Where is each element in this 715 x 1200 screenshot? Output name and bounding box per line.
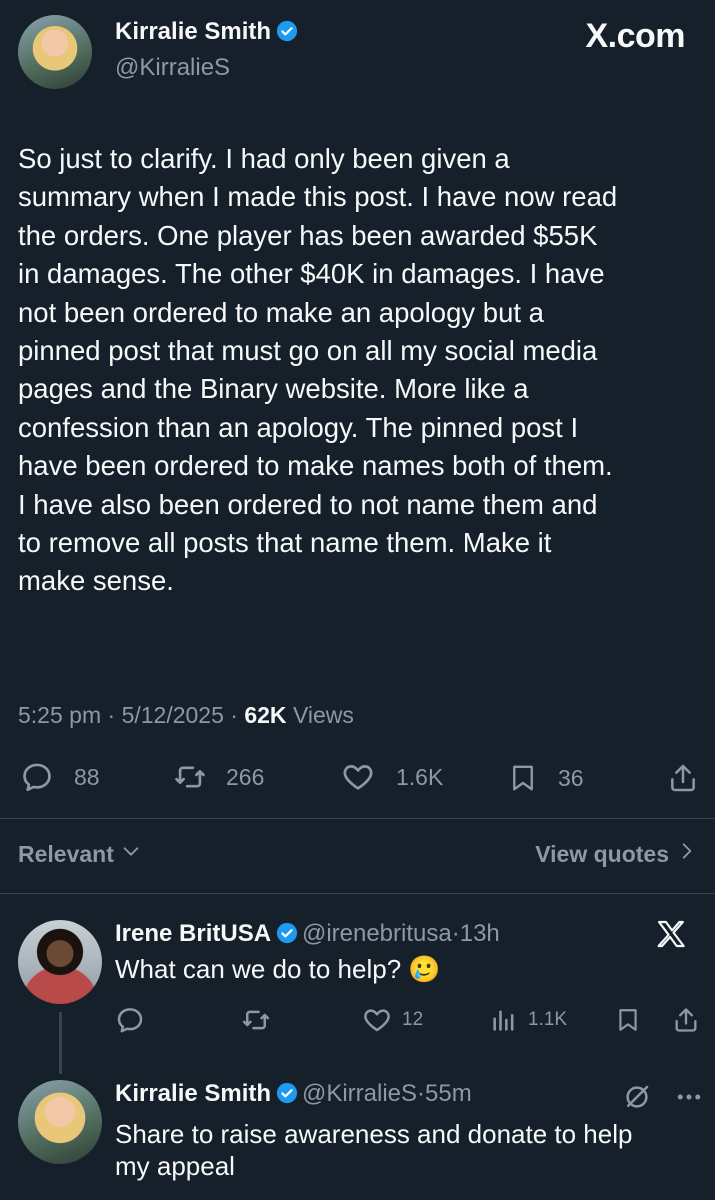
like-count: 12 bbox=[402, 1009, 424, 1030]
reply-icon bbox=[20, 760, 54, 794]
analytics-icon bbox=[490, 1005, 518, 1035]
author-name[interactable]: Kirralie Smith bbox=[115, 18, 271, 45]
repost-button[interactable] bbox=[240, 1005, 272, 1035]
post-text-line: confession than an apology. The pinned p… bbox=[18, 411, 579, 443]
author-handle[interactable]: @KirralieS bbox=[115, 54, 230, 82]
views-label: Views bbox=[292, 702, 354, 728]
avatar[interactable] bbox=[18, 920, 102, 1004]
sort-label: Relevant bbox=[18, 840, 114, 867]
verified-badge-icon bbox=[276, 922, 298, 944]
reply-time: 13h bbox=[459, 920, 500, 947]
bookmark-icon bbox=[615, 1005, 641, 1035]
views-button[interactable]: 1.1K bbox=[490, 1005, 567, 1035]
reply-text: What can we do to help? 🥲 bbox=[115, 954, 441, 984]
reply-time: 55m bbox=[425, 1080, 472, 1107]
meta-separator: · bbox=[451, 920, 460, 947]
share-button[interactable] bbox=[667, 760, 699, 796]
avatar[interactable] bbox=[18, 1080, 102, 1164]
post-meta: 5:25 pm · 5/12/2025 · 62K Views bbox=[18, 702, 354, 729]
post-text-line: the orders. One player has been awarded … bbox=[18, 219, 598, 251]
sort-dropdown[interactable]: Relevant bbox=[18, 840, 142, 868]
reply-button[interactable] bbox=[115, 1005, 145, 1035]
meta-separator: · bbox=[417, 1080, 426, 1107]
brand-logo: X.com bbox=[585, 16, 685, 56]
meta-separator: · bbox=[107, 702, 116, 728]
repost-button[interactable]: 266 bbox=[172, 760, 264, 794]
x-logo-icon bbox=[655, 918, 687, 955]
reply-icon bbox=[115, 1005, 145, 1035]
divider bbox=[0, 818, 715, 819]
reply-author-handle[interactable]: @KirralieS bbox=[302, 1080, 417, 1107]
post-text-line: have been ordered to make names both of … bbox=[18, 450, 613, 482]
reply-count: 88 bbox=[74, 763, 100, 790]
post-text-line: to remove all posts that name them. Make… bbox=[18, 527, 552, 559]
heart-icon bbox=[362, 1005, 392, 1035]
view-quotes-label: View quotes bbox=[535, 840, 669, 867]
avatar[interactable] bbox=[18, 15, 92, 89]
repost-icon bbox=[172, 760, 208, 794]
post-text-line: make sense. bbox=[18, 565, 174, 597]
bookmark-button[interactable]: 36 bbox=[508, 760, 584, 796]
like-button[interactable]: 12 bbox=[362, 1005, 423, 1035]
post-date[interactable]: 5/12/2025 bbox=[122, 702, 224, 728]
divider bbox=[0, 893, 715, 894]
post-text-line: pages and the Binary website. More like … bbox=[18, 373, 529, 405]
bookmark-icon bbox=[508, 760, 538, 796]
reply-author-row: Kirralie Smith @KirralieS·55m bbox=[115, 1080, 472, 1108]
post-text-line: pinned post that must go on all my socia… bbox=[18, 335, 598, 367]
share-icon bbox=[667, 760, 699, 796]
like-count: 1.6K bbox=[396, 763, 444, 790]
post-time[interactable]: 5:25 pm bbox=[18, 702, 101, 728]
meta-separator: · bbox=[230, 702, 238, 728]
post-text-line: summary when I made this post. I have no… bbox=[18, 181, 618, 213]
repost-icon bbox=[240, 1005, 272, 1035]
reply-text-line: my appeal bbox=[115, 1151, 235, 1181]
heart-icon bbox=[340, 760, 376, 794]
share-button[interactable] bbox=[672, 1004, 700, 1036]
grok-icon[interactable] bbox=[622, 1082, 652, 1117]
verified-badge-icon bbox=[276, 1082, 298, 1104]
reply-text-line: Share to raise awareness and donate to h… bbox=[115, 1119, 633, 1149]
post-text-line: So just to clarify. I had only been give… bbox=[18, 143, 510, 174]
repost-count: 266 bbox=[226, 763, 265, 790]
view-quotes-link[interactable]: View quotes bbox=[535, 840, 697, 868]
brand-text: X.com bbox=[585, 17, 685, 55]
views-count: 62K bbox=[244, 702, 287, 728]
post-text-line: I have also been ordered to not name the… bbox=[18, 488, 598, 520]
reply-author-handle[interactable]: @irenebritusa bbox=[302, 920, 452, 947]
thread-line bbox=[59, 1012, 62, 1074]
post-text-line: not been ordered to make an apology but … bbox=[18, 296, 544, 328]
bookmark-button[interactable] bbox=[615, 1005, 641, 1035]
like-button[interactable]: 1.6K bbox=[340, 760, 443, 794]
chevron-right-icon bbox=[677, 840, 697, 868]
more-options-icon[interactable] bbox=[674, 1082, 704, 1117]
reply-author-name[interactable]: Kirralie Smith bbox=[115, 1080, 271, 1107]
share-icon bbox=[672, 1004, 700, 1036]
verified-badge-icon bbox=[276, 20, 298, 42]
bookmark-count: 36 bbox=[558, 764, 584, 791]
views-count: 1.1K bbox=[528, 1009, 568, 1030]
post-text-line: in damages. The other $40K in damages. I… bbox=[18, 258, 605, 290]
reply-button[interactable]: 88 bbox=[20, 760, 100, 794]
author-name-row: Kirralie Smith bbox=[115, 18, 298, 46]
reply-text: Share to raise awareness and donate to h… bbox=[115, 1118, 632, 1182]
reply-author-row: Irene BritUSA @irenebritusa·13h bbox=[115, 920, 500, 948]
post-text: So just to clarify. I had only been give… bbox=[18, 140, 708, 601]
chevron-down-icon bbox=[120, 840, 142, 868]
reply-author-name[interactable]: Irene BritUSA bbox=[115, 920, 271, 947]
